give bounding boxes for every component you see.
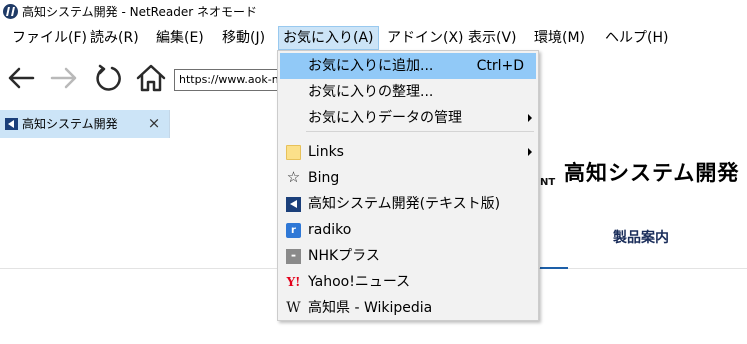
wikipedia-icon: W [286,300,301,316]
yahoo-icon: Y! [286,275,301,289]
menu-move[interactable]: 移動(J) [218,26,269,50]
menu-file[interactable]: ファイル(F) [8,26,91,50]
forward-button[interactable] [47,60,81,96]
menu-edit[interactable]: 編集(E) [152,26,208,50]
submenu-arrow-icon [528,114,532,122]
menu-help[interactable]: ヘルプ(H) [601,26,672,50]
menu-item-label: NHKプラス [308,248,380,264]
menu-item-nhk-plus[interactable]: ▬ NHKプラス [280,243,536,269]
menu-item-label: 高知県 - Wikipedia [308,300,433,316]
menu-item-organize-favorites[interactable]: お気に入りの整理... [280,79,536,105]
refresh-button[interactable] [90,60,124,96]
refresh-icon [96,64,121,91]
back-button[interactable] [4,60,38,96]
site-subtitle: NT [540,177,556,188]
title-bar: 高知システム開発 - NetReader ネオモード [0,0,747,24]
menu-item-kochi-text[interactable]: 高知システム開発(テキスト版) [280,191,536,217]
close-icon[interactable]: × [146,114,162,132]
menu-item-label: Links [308,144,344,160]
kochi-logo-icon [286,197,301,212]
menu-item-bing[interactable]: ☆ Bing [280,165,536,191]
tab-label: 高知システム開発 [22,117,118,131]
menu-read[interactable]: 読み(R) [86,26,143,50]
menu-item-label: お気に入りデータの管理 [308,110,462,126]
back-arrow-icon [8,67,35,89]
menu-item-radiko[interactable]: r radiko [280,217,536,243]
menu-item-label: 高知システム開発(テキスト版) [308,196,501,212]
forward-arrow-icon [50,67,77,89]
submenu-arrow-icon [528,148,532,156]
menu-item-label: Yahoo!ニュース [308,274,411,290]
menu-item-shortcut: Ctrl+D [476,58,524,74]
app-icon [3,4,18,19]
radiko-icon: r [286,223,301,238]
menu-item-manage-favorites-data[interactable]: お気に入りデータの管理 [280,105,536,131]
favorites-menu: お気に入りに追加... Ctrl+D お気に入りの整理... お気に入りデータの… [277,50,539,321]
menu-item-label: お気に入りの整理... [308,84,434,100]
menu-item-wikipedia[interactable]: W 高知県 - Wikipedia [280,295,536,321]
menu-item-links[interactable]: Links [280,139,536,165]
menu-environment[interactable]: 環境(M) [530,26,589,50]
product-link[interactable]: 製品案内 [613,228,669,248]
kochi-logo-icon [5,118,18,130]
nhk-icon: ▬ [286,249,301,264]
site-title: 高知システム開発 [564,161,740,185]
menu-item-label: Bing [308,170,340,186]
url-input[interactable]: https://www.aok-n [174,69,284,91]
menu-bar: ファイル(F) 読み(R) 編集(E) 移動(J) お気に入り(A) アドイン(… [0,24,747,52]
menu-item-yahoo-news[interactable]: Y! Yahoo!ニュース [280,269,536,295]
menu-item-add-favorite[interactable]: お気に入りに追加... Ctrl+D [280,53,536,79]
menu-view[interactable]: 表示(V) [464,26,521,50]
folder-icon [286,145,301,160]
site-nav-active-indicator [540,267,568,269]
home-icon [136,64,166,92]
menu-item-label: お気に入りに追加... [308,58,434,74]
menu-addin[interactable]: アドイン(X) [383,26,468,50]
menu-separator [306,131,534,132]
menu-item-label: radiko [308,222,352,238]
window-title: 高知システム開発 - NetReader ネオモード [22,5,257,19]
home-button[interactable] [134,60,168,96]
menu-favorites[interactable]: お気に入り(A) [278,26,379,50]
tab-kochi-system[interactable]: 高知システム開発 × [0,110,170,138]
star-icon: ☆ [286,168,301,186]
